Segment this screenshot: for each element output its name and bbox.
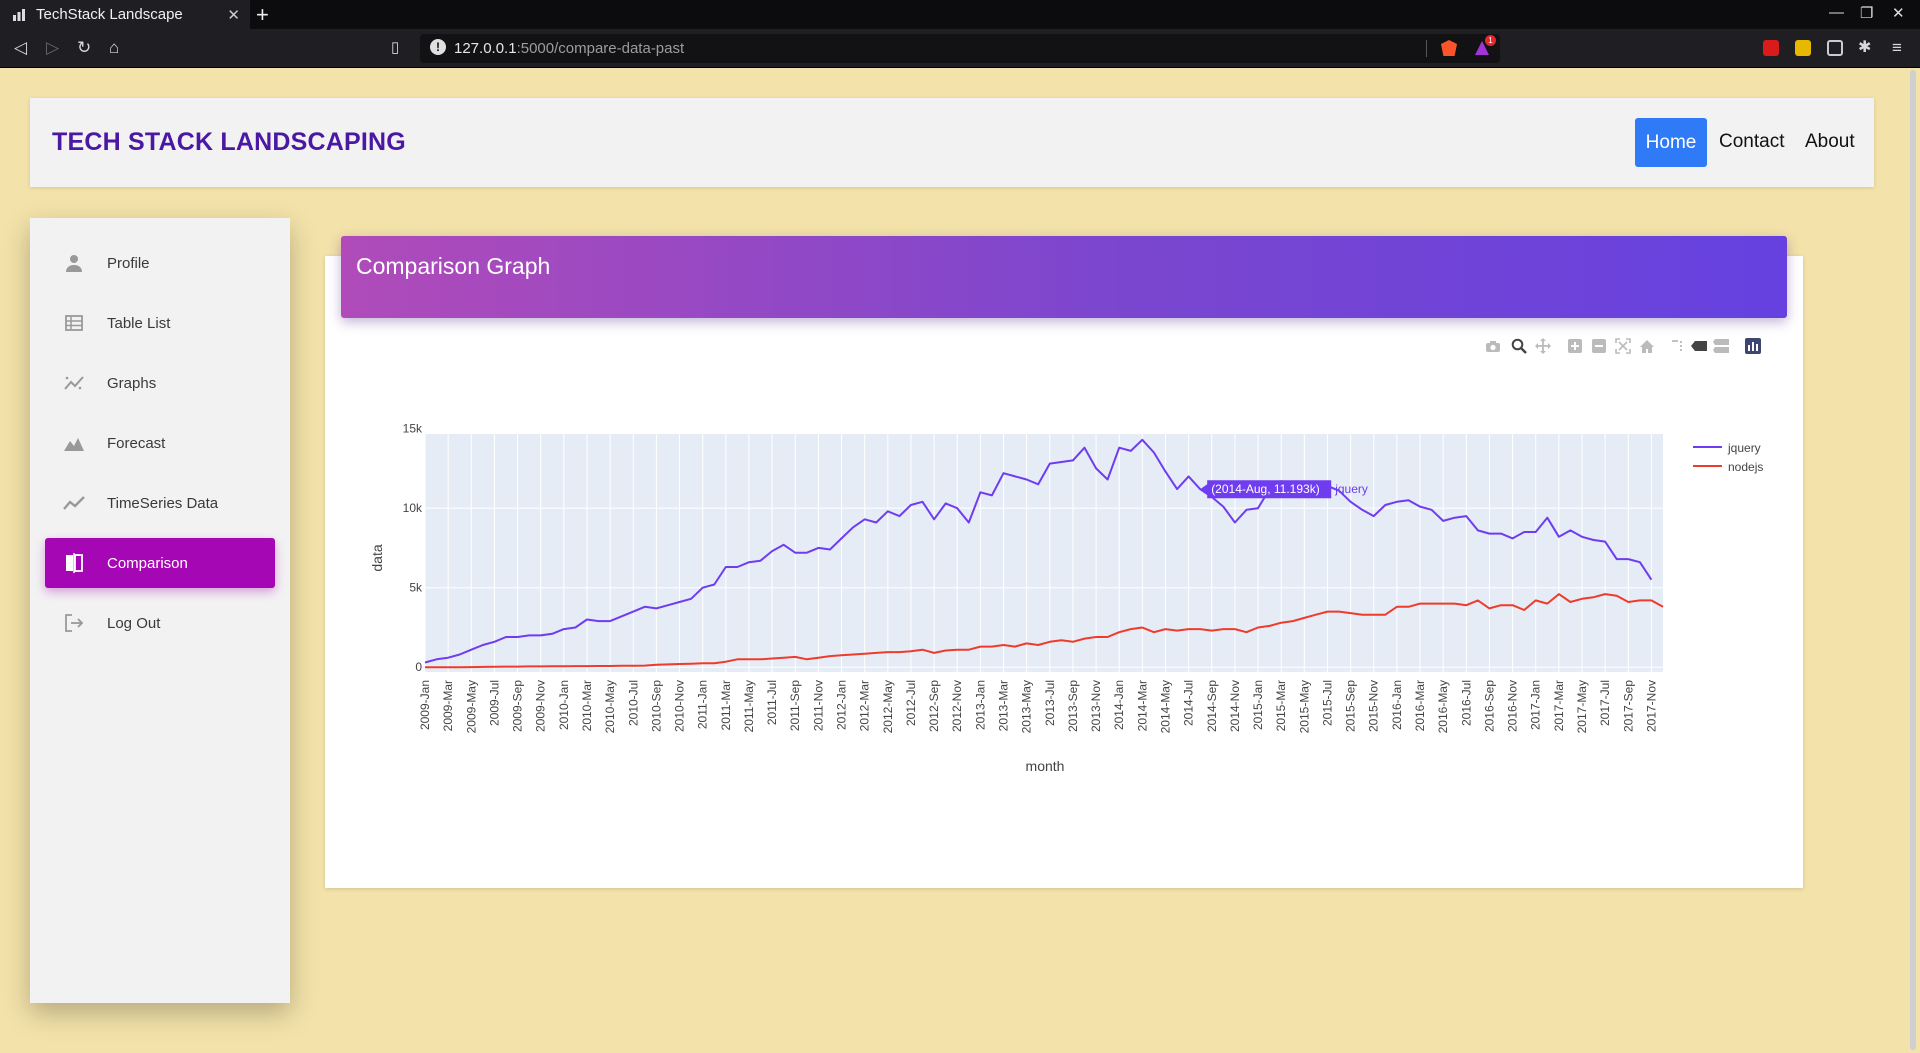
sidebar-item-profile[interactable]: Profile (45, 238, 275, 288)
back-icon[interactable]: ◁ (14, 38, 27, 58)
autoscale-icon[interactable] (1614, 337, 1632, 355)
chart-favicon-icon (12, 8, 26, 22)
extensions-puzzle-icon[interactable]: ✱ (1858, 38, 1871, 58)
sidebar-item-label: TimeSeries Data (107, 494, 219, 512)
sidebar-item-comparison[interactable]: Comparison (45, 538, 275, 588)
menu-icon[interactable]: ≡ (1892, 38, 1902, 58)
scrollbar-thumb[interactable] (1910, 70, 1916, 1050)
card-header: Comparison Graph (341, 236, 1787, 318)
reset-axes-home-icon[interactable] (1638, 337, 1656, 355)
address-bar[interactable]: ! 127.0.0.1:5000/compare-data-past (420, 34, 1500, 63)
browser-toolbar: ◁ ▷ ↻ ⌂ ▯ ! 127.0.0.1:5000/compare-data-… (0, 29, 1920, 68)
close-window-icon[interactable]: ✕ (1892, 4, 1905, 22)
nav-home-button[interactable]: Home (1635, 118, 1707, 167)
sidebar-item-graphs[interactable]: Graphs (45, 358, 275, 408)
spike-lines-icon[interactable] (1668, 337, 1686, 355)
restore-icon[interactable]: ❐ (1860, 4, 1873, 22)
close-tab-icon[interactable]: ✕ (227, 6, 240, 24)
sidebar-toggle-icon[interactable] (1827, 40, 1843, 56)
zoom-icon[interactable] (1510, 337, 1528, 355)
compare-icon (61, 550, 87, 576)
notification-badge: 1 (1485, 35, 1496, 46)
sidebar-item-table-list[interactable]: Table List (45, 298, 275, 348)
extension-wallet-icon[interactable] (1795, 40, 1811, 56)
forward-icon[interactable]: ▷ (46, 38, 59, 58)
info-icon[interactable]: ! (430, 39, 446, 55)
sidebar-item-label: Comparison (107, 554, 188, 572)
nav-about-link[interactable]: About (1805, 131, 1855, 153)
sidebar-item-timeseries[interactable]: TimeSeries Data (45, 478, 275, 528)
graph-icon (61, 370, 87, 396)
card-title: Comparison Graph (356, 253, 551, 279)
bookmark-icon[interactable]: ▯ (391, 38, 399, 58)
sidebar-item-label: Log Out (107, 614, 161, 632)
sidebar-item-label: Forecast (107, 434, 166, 452)
browser-tab-strip: TechStack Landscape ✕ + — ❐ ✕ (0, 0, 1920, 29)
table-icon (61, 310, 87, 336)
browser-tab[interactable]: TechStack Landscape ✕ (0, 0, 250, 29)
sidebar: Profile Table List Graphs Forecast TimeS… (30, 218, 290, 1003)
trend-icon (61, 490, 87, 516)
sidebar-item-label: Profile (107, 254, 150, 272)
hover-compare-icon[interactable] (1712, 337, 1730, 355)
camera-icon[interactable] (1484, 337, 1502, 355)
address-divider (1426, 40, 1427, 57)
zoom-in-icon[interactable] (1566, 337, 1584, 355)
home-icon[interactable]: ⌂ (109, 38, 119, 58)
page-scrollbar[interactable] (1906, 68, 1920, 1053)
person-icon (61, 250, 87, 276)
area-chart-icon (61, 430, 87, 456)
logout-icon (61, 610, 87, 636)
hover-closest-icon[interactable] (1690, 337, 1708, 355)
sidebar-item-forecast[interactable]: Forecast (45, 418, 275, 468)
brand-title[interactable]: TECH STACK LANDSCAPING (52, 128, 406, 157)
reload-icon[interactable]: ↻ (77, 38, 91, 58)
minimize-icon[interactable]: — (1829, 4, 1844, 21)
sidebar-item-label: Graphs (107, 374, 157, 392)
site-header: TECH STACK LANDSCAPING Home Contact Abou… (30, 98, 1874, 187)
plotly-logo-icon[interactable] (1744, 337, 1762, 355)
zoom-out-icon[interactable] (1590, 337, 1608, 355)
tab-title: TechStack Landscape (36, 6, 183, 23)
pan-icon[interactable] (1534, 337, 1552, 355)
extension-lock-icon[interactable] (1763, 40, 1779, 56)
nav-contact-link[interactable]: Contact (1719, 131, 1784, 153)
sidebar-item-logout[interactable]: Log Out (45, 598, 275, 648)
url-text: 127.0.0.1:5000/compare-data-past (454, 40, 685, 57)
new-tab-button[interactable]: + (256, 2, 269, 28)
sidebar-item-label: Table List (107, 314, 171, 332)
